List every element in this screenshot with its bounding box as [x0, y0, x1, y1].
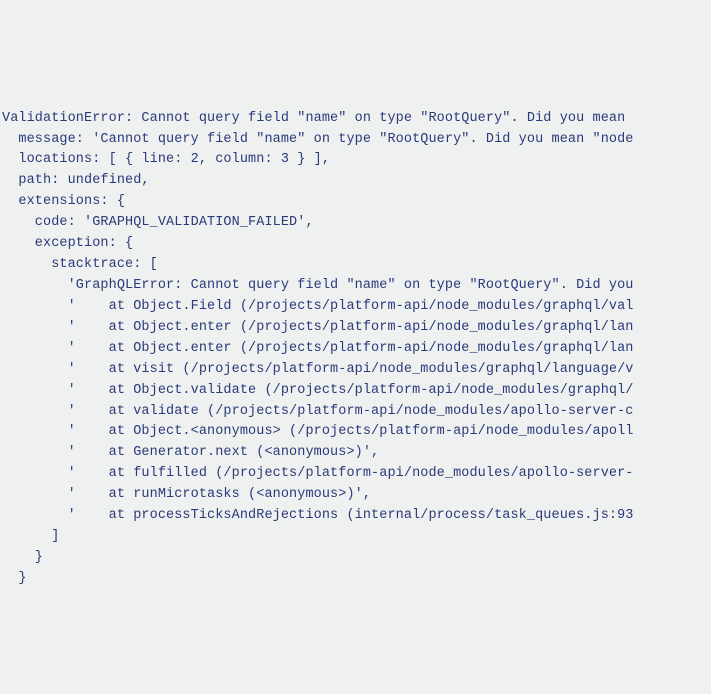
error-line: ]: [2, 529, 59, 544]
error-line: ' at Object.<anonymous> (/projects/platf…: [2, 424, 634, 439]
error-line: ' at Object.enter (/projects/platform-ap…: [2, 320, 634, 335]
error-line: }: [2, 571, 27, 586]
error-line: ValidationError: Cannot query field "nam…: [2, 111, 625, 126]
error-line: ' at processTicksAndRejections (internal…: [2, 508, 634, 523]
error-line: ' at Object.validate (/projects/platform…: [2, 383, 634, 398]
error-line: extensions: {: [2, 194, 125, 209]
error-line: path: undefined,: [2, 173, 150, 188]
error-line: ' at validate (/projects/platform-api/no…: [2, 404, 634, 419]
error-output: ValidationError: Cannot query field "nam…: [2, 88, 709, 590]
error-line: message: 'Cannot query field "name" on t…: [2, 132, 634, 147]
error-line: code: 'GRAPHQL_VALIDATION_FAILED',: [2, 215, 314, 230]
error-line: ' at fulfilled (/projects/platform-api/n…: [2, 466, 634, 481]
error-line: ' at Generator.next (<anonymous>)',: [2, 445, 379, 460]
error-line: stacktrace: [: [2, 257, 158, 272]
error-line: }: [2, 550, 43, 565]
error-line: ' at visit (/projects/platform-api/node_…: [2, 362, 634, 377]
error-line: ' at Object.Field (/projects/platform-ap…: [2, 299, 634, 314]
error-line: exception: {: [2, 236, 133, 251]
error-line: ' at Object.enter (/projects/platform-ap…: [2, 341, 634, 356]
error-line: 'GraphQLError: Cannot query field "name"…: [2, 278, 634, 293]
error-line: locations: [ { line: 2, column: 3 } ],: [2, 152, 330, 167]
